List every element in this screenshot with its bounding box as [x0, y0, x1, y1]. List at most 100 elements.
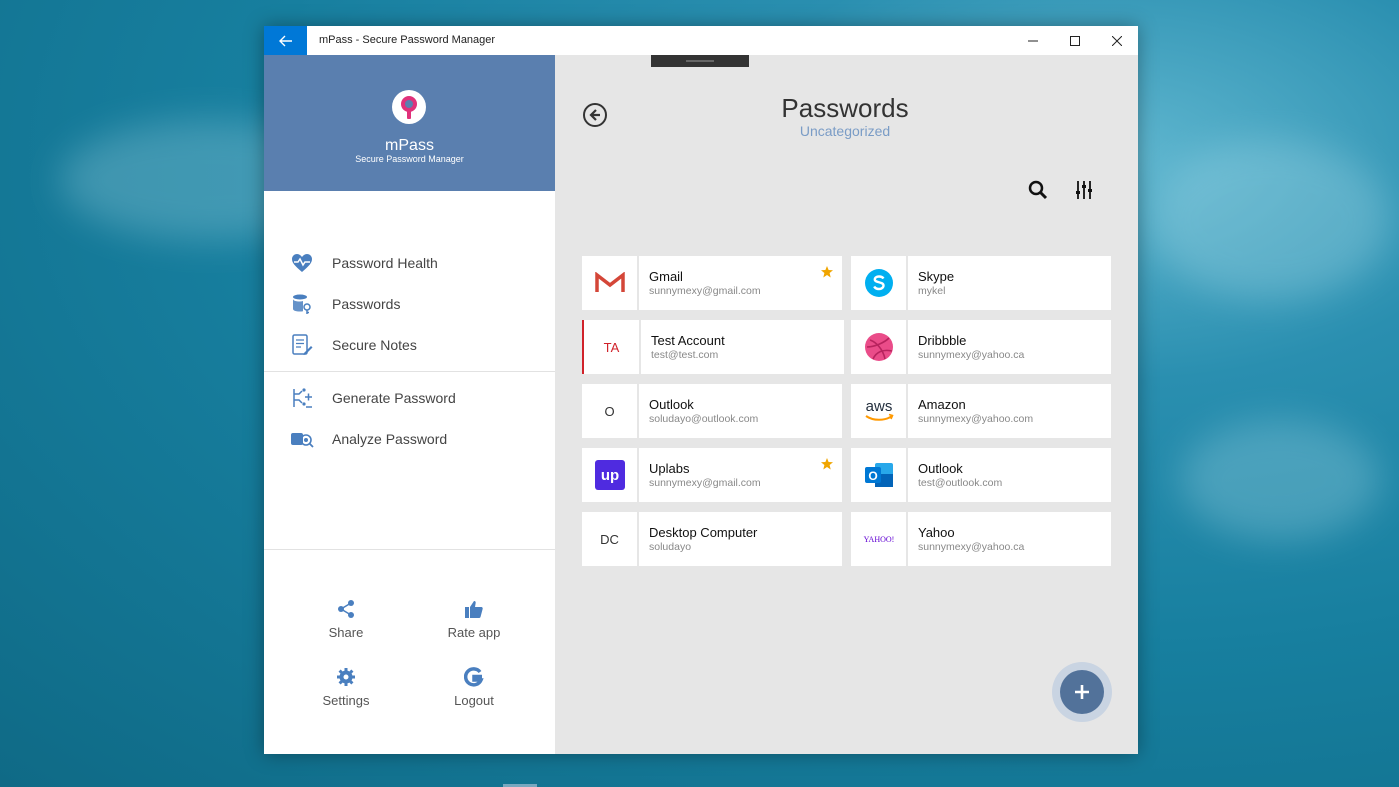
password-card-skype[interactable]: Skype mykel [851, 256, 1111, 310]
rate-app-button[interactable]: Rate app [419, 599, 529, 649]
close-icon [1112, 35, 1122, 46]
password-card-amazon[interactable]: aws Amazon sunnymexy@yahoo.com [851, 384, 1111, 438]
star-icon[interactable] [821, 266, 833, 278]
arrow-left-icon [278, 35, 292, 46]
entry-email: sunnymexy@gmail.com [649, 477, 761, 489]
dribbble-icon [864, 333, 893, 361]
window-back-button[interactable] [264, 26, 307, 55]
share-icon [338, 600, 354, 618]
gear-icon [337, 668, 355, 686]
password-card-outlook[interactable]: O Outlook soludayo@outlook.com [582, 384, 842, 438]
filter-sliders-icon[interactable] [1073, 179, 1095, 201]
mpass-logo-icon [392, 90, 426, 124]
outlook-logo-text: O [868, 469, 877, 483]
logout-icon [464, 667, 484, 687]
skype-icon [864, 269, 893, 297]
aws-logo-text: aws [865, 398, 892, 415]
entry-name: Dribbble [918, 333, 967, 348]
brand-subtitle: Secure Password Manager [355, 154, 464, 164]
password-card-desktop-computer[interactable]: DC Desktop Computer soludayo [582, 512, 842, 566]
window-title: mPass - Secure Password Manager [319, 34, 496, 46]
nav-item-analyze-password[interactable]: Analyze Password [264, 421, 555, 457]
maximize-button[interactable] [1054, 26, 1096, 55]
rate-app-label: Rate app [447, 625, 501, 640]
background-wave [1150, 140, 1390, 300]
yahoo-logo-text: YAHOO! [863, 535, 894, 544]
share-button[interactable]: Share [291, 599, 401, 649]
minimize-button[interactable] [1012, 26, 1054, 55]
entry-name: Amazon [918, 397, 966, 412]
entry-email: sunnymexy@gmail.com [649, 285, 761, 297]
nav-label: Analyze Password [332, 431, 448, 447]
drag-handle[interactable] [651, 55, 749, 67]
entry-email: sunnymexy@yahoo.com [918, 413, 1034, 425]
back-circle-icon[interactable] [582, 102, 608, 128]
note-edit-icon [292, 334, 313, 355]
entry-name: Outlook [918, 461, 963, 476]
entry-email: mykel [918, 285, 946, 297]
entry-icon: up [582, 448, 639, 502]
database-key-icon [293, 294, 311, 314]
nav-item-generate-password[interactable]: Generate Password [264, 380, 555, 416]
nav-divider [264, 371, 555, 372]
entry-name: Outlook [649, 397, 694, 412]
outlook-icon: O [864, 463, 893, 487]
analyze-password-icon [291, 433, 314, 448]
star-icon[interactable] [821, 458, 833, 470]
sidebar: mPass Secure Password Manager Password H… [264, 55, 555, 754]
password-card-outlook-2[interactable]: O Outlook test@outlook.com [851, 448, 1111, 502]
title-bar: mPass - Secure Password Manager [264, 26, 1138, 55]
entry-icon: O [582, 384, 639, 438]
nav-label: Generate Password [332, 390, 456, 406]
entry-email: soludayo@outlook.com [649, 413, 759, 425]
entry-name: Gmail [649, 269, 683, 284]
brand-name: mPass [385, 137, 434, 154]
entry-email: sunnymexy@yahoo.ca [918, 349, 1025, 361]
page-title: Passwords [781, 93, 909, 123]
page-subtitle: Uncategorized [799, 123, 891, 139]
password-card-dribbble[interactable]: Dribbble sunnymexy@yahoo.ca [851, 320, 1111, 374]
add-password-button[interactable] [1060, 670, 1104, 714]
entry-icon: O [851, 448, 908, 502]
password-card-yahoo[interactable]: YAHOO! Yahoo sunnymexy@yahoo.ca [851, 512, 1111, 566]
entry-email: test@outlook.com [918, 477, 1003, 489]
nav-label: Secure Notes [332, 337, 417, 353]
entry-icon: YAHOO! [851, 512, 908, 566]
background-wave [1180, 420, 1380, 540]
uplabs-icon: up [594, 460, 625, 490]
entry-name: Uplabs [649, 461, 690, 476]
aws-icon: aws [864, 398, 894, 421]
settings-button[interactable]: Settings [291, 667, 401, 717]
entry-email: sunnymexy@yahoo.ca [918, 541, 1025, 553]
entry-name: Test Account [651, 333, 725, 348]
generate-password-icon [293, 388, 312, 408]
minimize-icon [1028, 40, 1038, 41]
logout-button[interactable]: Logout [419, 667, 529, 717]
search-icon[interactable] [1027, 179, 1049, 201]
entry-icon [851, 320, 908, 374]
close-button[interactable] [1096, 26, 1138, 55]
entry-abbr: TA [603, 339, 620, 355]
entry-name: Skype [918, 269, 955, 284]
share-label: Share [328, 625, 364, 640]
entry-icon [851, 256, 908, 310]
app-window: mPass - Secure Password Manager mPass Se… [264, 26, 1138, 754]
nav-label: Password Health [332, 255, 438, 271]
entry-icon: DC [582, 512, 639, 566]
entry-email: test@test.com [651, 349, 719, 361]
nav-item-secure-notes[interactable]: Secure Notes [264, 327, 555, 363]
maximize-icon [1070, 35, 1080, 46]
uplabs-logo-text: up [600, 467, 618, 484]
entry-abbr: O [604, 403, 615, 419]
password-card-gmail[interactable]: Gmail sunnymexy@gmail.com [582, 256, 842, 310]
nav-item-passwords[interactable]: Passwords [264, 286, 555, 322]
settings-label: Settings [322, 693, 370, 708]
main-content: Passwords Uncategorized Gmail sunnymexy@… [555, 55, 1138, 754]
entry-icon: TA [584, 320, 641, 374]
password-card-uplabs[interactable]: up Uplabs sunnymexy@gmail.com [582, 448, 842, 502]
nav-item-password-health[interactable]: Password Health [264, 245, 555, 281]
footer-divider [264, 549, 555, 550]
entry-icon [582, 256, 639, 310]
password-card-test-account[interactable]: TA Test Account test@test.com [582, 320, 844, 374]
logout-label: Logout [454, 693, 494, 708]
